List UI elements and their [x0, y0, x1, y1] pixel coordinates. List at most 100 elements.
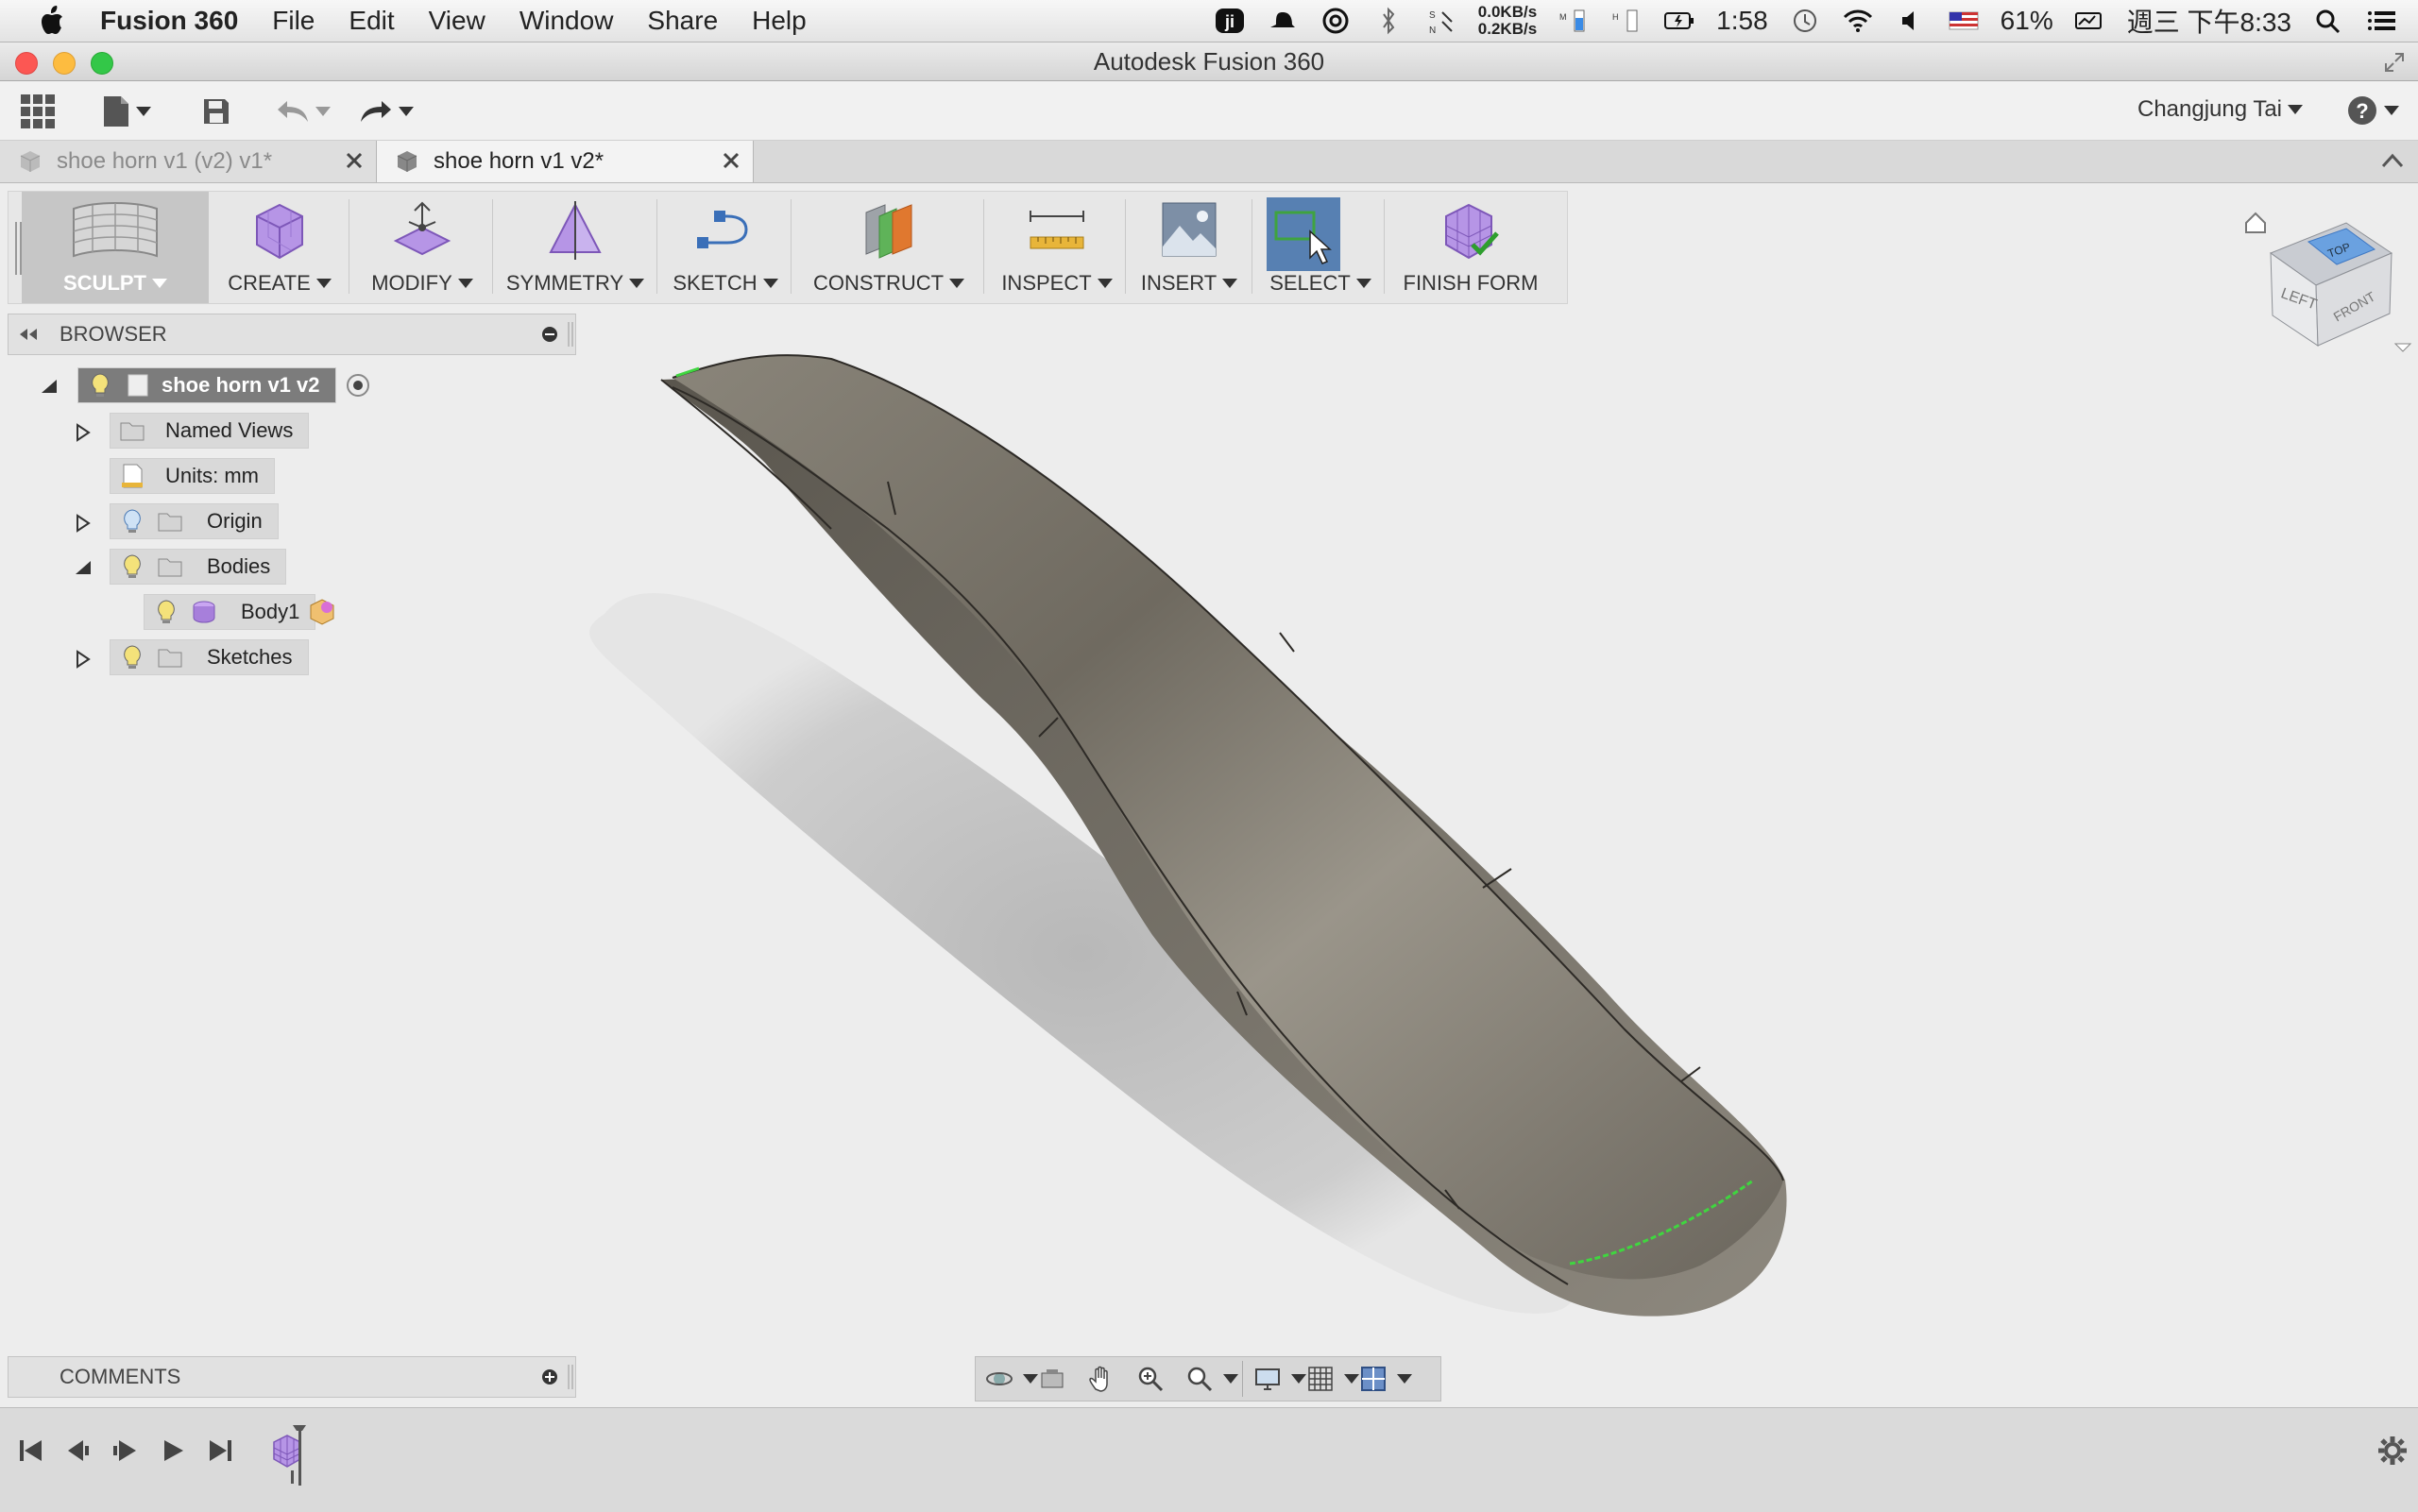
go-to-start-icon[interactable] — [15, 1435, 47, 1467]
tree-item-bodies[interactable]: Bodies — [110, 549, 287, 585]
close-icon[interactable] — [721, 150, 741, 171]
tree-item-origin[interactable]: Origin — [110, 503, 279, 539]
us-flag-icon[interactable] — [1948, 7, 1980, 35]
wifi-icon[interactable] — [1842, 7, 1874, 35]
timeline-settings-gear-icon[interactable] — [2376, 1435, 2409, 1467]
window-minimize-button[interactable] — [53, 52, 76, 75]
viewcube[interactable]: LEFT FRONT TOP — [2233, 195, 2412, 355]
battery-graph-icon[interactable] — [2074, 7, 2106, 35]
expanded-triangle-icon[interactable] — [40, 378, 59, 397]
battery-time[interactable]: 1:58 — [1716, 6, 1768, 36]
menubar-clock[interactable]: 週三 下午8:33 — [2127, 2, 2291, 40]
pan-hand-icon[interactable] — [1087, 1365, 1115, 1393]
minimize-panel-icon[interactable] — [541, 326, 558, 343]
appearance-icon[interactable] — [306, 596, 338, 628]
orbit-icon[interactable] — [985, 1365, 1013, 1393]
menu-window[interactable]: Window — [519, 6, 614, 36]
collapsed-triangle-icon[interactable] — [74, 650, 93, 669]
fit-zoom-icon[interactable] — [1185, 1365, 1214, 1393]
file-menu-button[interactable] — [102, 93, 151, 130]
apple-logo-icon[interactable] — [34, 2, 72, 40]
select-menu[interactable]: SELECT — [1259, 192, 1382, 303]
timeline-form-feature-icon[interactable] — [270, 1423, 327, 1489]
symmetry-menu[interactable]: SYMMETRY — [500, 192, 651, 303]
tree-item-sketches[interactable]: Sketches — [110, 639, 309, 675]
volume-icon[interactable] — [1895, 7, 1927, 35]
menu-share[interactable]: Share — [647, 6, 718, 36]
ji-app-icon[interactable]: ji — [1214, 7, 1246, 35]
time-machine-icon[interactable] — [1789, 7, 1821, 35]
collapsed-triangle-icon[interactable] — [74, 423, 93, 442]
canvas-viewport[interactable]: LEFT FRONT TOP — [0, 183, 2418, 1407]
inspect-menu[interactable]: INSPECT — [991, 192, 1123, 303]
step-back-icon[interactable] — [62, 1435, 94, 1467]
tree-item-named-views[interactable]: Named Views — [110, 413, 310, 449]
comments-panel-header[interactable]: COMMENTS — [8, 1356, 576, 1398]
step-forward-icon[interactable] — [157, 1435, 189, 1467]
panel-grip-icon[interactable] — [568, 322, 573, 347]
sketch-menu[interactable]: SKETCH — [664, 192, 787, 303]
battery-charging-icon[interactable] — [1663, 7, 1695, 35]
menu-edit[interactable]: Edit — [349, 6, 394, 36]
undo-button[interactable] — [276, 93, 331, 130]
spotlight-search-icon[interactable] — [2312, 7, 2344, 35]
chevron-down-icon[interactable] — [1223, 1374, 1238, 1384]
lightbulb-off-icon[interactable] — [118, 507, 146, 535]
viewports-icon[interactable] — [1359, 1365, 1388, 1393]
finish-form-button[interactable]: FINISH FORM — [1391, 192, 1550, 303]
panel-grip-icon[interactable] — [568, 1365, 573, 1389]
display-settings-icon[interactable] — [1253, 1365, 1282, 1393]
grid-settings-icon[interactable] — [1306, 1365, 1335, 1393]
battery-percent[interactable]: 61% — [2001, 6, 2053, 36]
workspace-switcher[interactable]: SCULPT — [22, 192, 209, 303]
tab-shoe-horn-v1-v2-v1[interactable]: shoe horn v1 (v2) v1* — [0, 141, 377, 182]
add-comment-icon[interactable] — [541, 1368, 558, 1385]
tree-item-units[interactable]: Units: mm — [110, 458, 275, 494]
memory-meter-icon[interactable]: M — [1558, 7, 1590, 35]
chevron-down-icon[interactable] — [1344, 1374, 1359, 1384]
menu-app-name[interactable]: Fusion 360 — [100, 6, 238, 36]
tree-root-document[interactable]: shoe horn v1 v2 — [77, 367, 372, 403]
lightbulb-icon[interactable] — [118, 643, 146, 671]
window-zoom-button[interactable] — [91, 52, 113, 75]
notification-center-icon[interactable] — [2365, 7, 2397, 35]
lightbulb-icon[interactable] — [152, 598, 180, 626]
create-menu[interactable]: CREATE — [218, 192, 341, 303]
activate-radio-icon[interactable] — [344, 371, 372, 399]
fullscreen-icon[interactable] — [2382, 50, 2407, 75]
redo-button[interactable] — [359, 93, 414, 130]
browser-panel-header[interactable]: BROWSER — [8, 314, 576, 355]
help-button[interactable]: ? — [2346, 94, 2399, 127]
collapse-panel-icon[interactable] — [18, 327, 39, 342]
menu-help[interactable]: Help — [752, 6, 807, 36]
save-button[interactable] — [202, 93, 230, 130]
insert-menu[interactable]: INSERT — [1132, 192, 1246, 303]
menu-file[interactable]: File — [272, 6, 315, 36]
bluetooth-icon[interactable] — [1372, 7, 1405, 35]
user-account-menu[interactable]: Changjung Tai — [2137, 96, 2303, 123]
tree-item-body1[interactable]: Body1 — [144, 594, 338, 630]
modify-menu[interactable]: MODIFY — [358, 192, 486, 303]
data-panel-button[interactable] — [19, 93, 57, 130]
bowler-hat-icon[interactable] — [1267, 7, 1299, 35]
collapsed-triangle-icon[interactable] — [74, 514, 93, 533]
menu-view[interactable]: View — [429, 6, 485, 36]
collapse-chevron-up-icon[interactable] — [2380, 150, 2405, 171]
go-to-end-icon[interactable] — [204, 1435, 236, 1467]
window-close-button[interactable] — [15, 52, 38, 75]
zoom-icon[interactable] — [1136, 1365, 1165, 1393]
creative-cloud-icon[interactable] — [1320, 7, 1352, 35]
close-icon[interactable] — [344, 150, 365, 171]
chevron-down-icon[interactable] — [1023, 1374, 1038, 1384]
tab-shoe-horn-v1-v2[interactable]: shoe horn v1 v2* — [376, 141, 754, 182]
network-speed[interactable]: 0.0KB/s 0.2KB/s — [1478, 4, 1537, 38]
construct-menu[interactable]: CONSTRUCT — [798, 192, 979, 303]
lightbulb-icon[interactable] — [118, 552, 146, 581]
disk-meter-icon[interactable]: H — [1610, 7, 1643, 35]
play-icon[interactable] — [110, 1435, 142, 1467]
chevron-down-icon[interactable] — [1291, 1374, 1306, 1384]
expanded-triangle-icon[interactable] — [74, 559, 93, 578]
chevron-down-icon[interactable] — [1397, 1374, 1412, 1384]
shoe-horn-model[interactable] — [0, 183, 2418, 1407]
look-at-icon[interactable] — [1038, 1365, 1066, 1393]
